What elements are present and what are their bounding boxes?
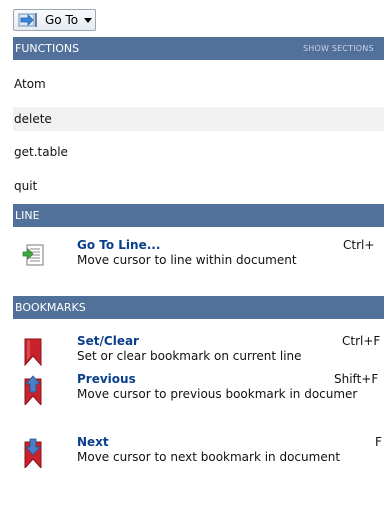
function-item-label: get.table (14, 145, 68, 159)
goto-line-icon (21, 241, 47, 271)
line-section-header: LINE (13, 204, 384, 227)
go-to-label: Go To (45, 13, 79, 27)
go-to-line-title: Go To Line... (77, 238, 161, 252)
next-title: Next (77, 435, 109, 449)
function-item-quit[interactable]: quit (13, 174, 384, 198)
previous-description: Move cursor to previous bookmark in docu… (77, 387, 358, 401)
go-to-line-description: Move cursor to line within document (77, 253, 297, 267)
bookmark-next-icon (21, 438, 47, 470)
next-description: Move cursor to next bookmark in document (77, 450, 341, 464)
go-to-line-shortcut: Ctrl+ (343, 238, 375, 252)
next-shortcut: F (375, 435, 382, 449)
line-section-title: LINE (15, 209, 40, 222)
go-to-button[interactable]: Go To (13, 9, 96, 31)
function-item-label: quit (14, 179, 38, 193)
go-to-menu: FUNCTIONS SHOW SECTIONS Atom delete get.… (13, 37, 384, 505)
go-to-line-command[interactable]: Go To Line... Move cursor to line within… (13, 236, 384, 284)
set-clear-title: Set/Clear (77, 334, 139, 348)
function-item-label: delete (14, 112, 52, 126)
set-clear-description: Set or clear bookmark on current line (77, 349, 302, 363)
bookmarks-section-title: BOOKMARKS (15, 301, 86, 314)
functions-section-title: FUNCTIONS (15, 42, 80, 55)
bookmark-icon (21, 337, 47, 367)
bookmarks-section-header: BOOKMARKS (13, 296, 384, 319)
go-to-arrow-icon (18, 12, 40, 28)
next-bookmark-command[interactable]: Next Move cursor to next bookmark in doc… (13, 433, 384, 481)
previous-title: Previous (77, 372, 136, 386)
previous-shortcut: Shift+F (334, 372, 379, 386)
function-item-get-table[interactable]: get.table (13, 140, 384, 164)
function-item-delete[interactable]: delete (13, 107, 384, 131)
function-item-label: Atom (14, 77, 46, 91)
functions-section-header: FUNCTIONS SHOW SECTIONS (13, 37, 384, 60)
function-item-atom[interactable]: Atom (13, 72, 384, 96)
bookmark-previous-icon (21, 375, 47, 407)
previous-bookmark-command[interactable]: Previous Move cursor to previous bookmar… (13, 370, 384, 418)
set-clear-shortcut: Ctrl+F (342, 334, 381, 348)
chevron-down-icon (84, 17, 93, 23)
show-sections-link[interactable]: SHOW SECTIONS (303, 44, 374, 53)
